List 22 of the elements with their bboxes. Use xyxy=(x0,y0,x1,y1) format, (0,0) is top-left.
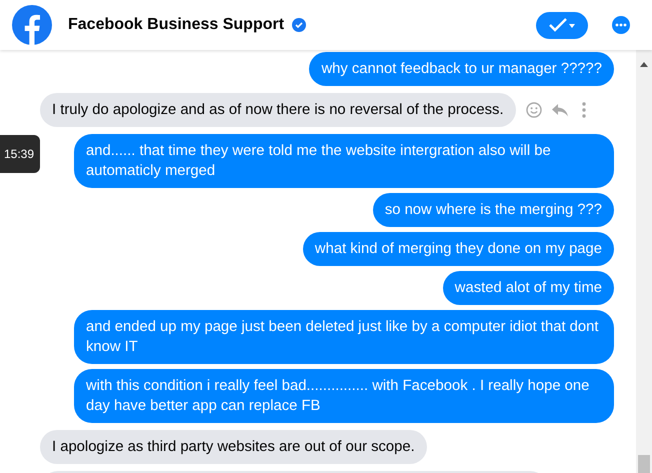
sent-message: so now where is the merging ??? xyxy=(372,193,614,227)
logo-icon xyxy=(12,5,52,45)
timestamp-tooltip: 15:39 xyxy=(0,135,40,173)
chat-title: Facebook Business Support xyxy=(68,15,284,35)
more-icon[interactable] xyxy=(582,102,586,118)
received-message: I truly do apologize and as of now there is no reversal of the process. xyxy=(40,93,516,127)
done-dropdown-button[interactable] xyxy=(536,12,588,38)
sent-message: with this condition i really feel bad............... with Facebook . I really hope one day have better app can replace FB xyxy=(74,369,614,423)
checkmark-caret-icon xyxy=(547,17,577,33)
received-message: I apologize as third party websites are out of our scope. xyxy=(40,430,427,464)
scrollbar[interactable] xyxy=(636,50,652,473)
sent-message: why cannot feedback to ur manager ????? xyxy=(309,52,614,86)
more-icon xyxy=(615,23,627,27)
scrollbar-thumb[interactable] xyxy=(638,455,650,473)
sent-message: what kind of merging they done on my page xyxy=(302,232,614,266)
sent-message: and...... that time they were told me the website intergration also will be automaticly merged xyxy=(74,134,614,188)
sent-message: and ended up my page just been deleted just like by a computer idiot that dont know IT xyxy=(74,310,614,364)
scroll-up-arrow-icon[interactable] xyxy=(640,62,648,67)
more-options-button[interactable] xyxy=(612,16,630,34)
emoji-icon[interactable] xyxy=(526,102,542,118)
sent-message: wasted alot of my time xyxy=(442,271,614,305)
reply-icon[interactable] xyxy=(552,104,568,116)
